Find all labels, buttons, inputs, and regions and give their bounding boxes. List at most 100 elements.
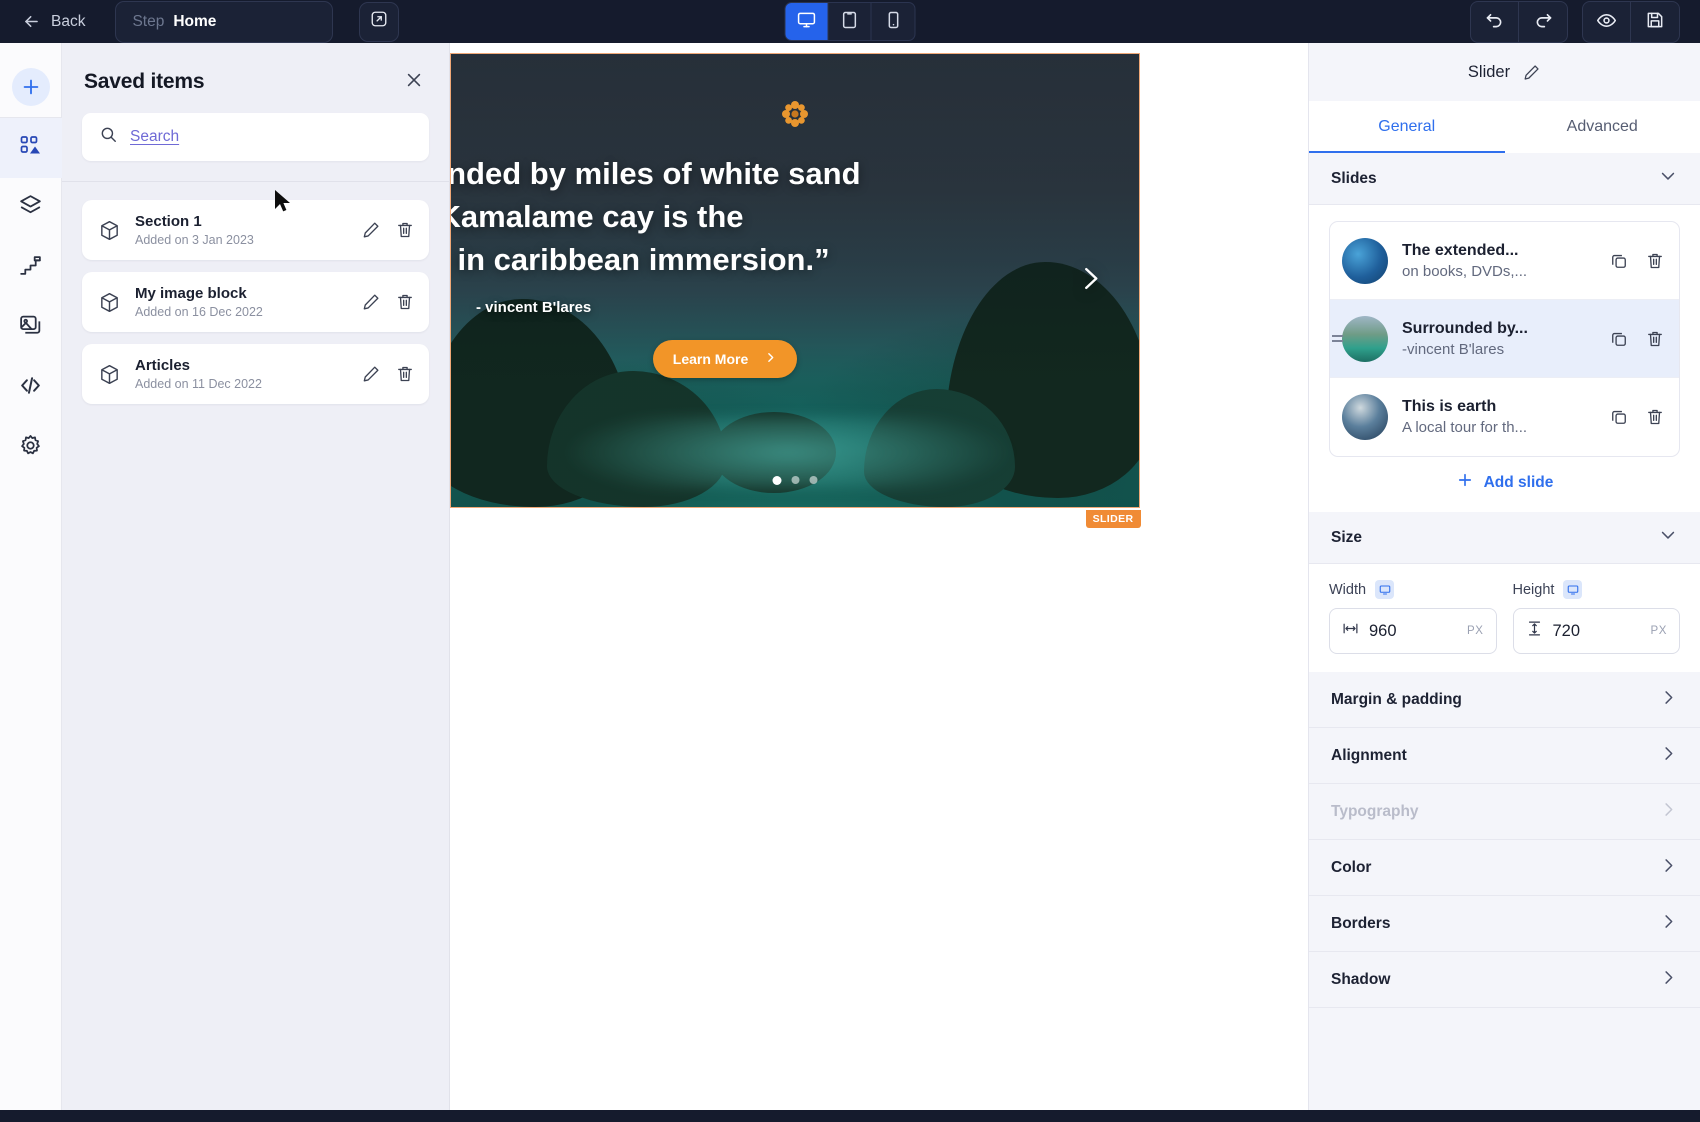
edit-item-button[interactable]: [361, 292, 381, 312]
height-unit: PX: [1650, 625, 1667, 637]
slide-pagination-dots: [772, 476, 818, 485]
redo-button[interactable]: [1519, 2, 1567, 42]
delete-slide-button[interactable]: [1645, 407, 1665, 427]
duplicate-slide-button[interactable]: [1609, 407, 1629, 427]
list-item-texts: Section 1 Added on 3 Jan 2023: [135, 213, 347, 248]
delete-slide-button[interactable]: [1645, 329, 1665, 349]
slide-row[interactable]: This is earth A local tour for th...: [1330, 378, 1679, 456]
workspace: Saved items Search Section 1 Added on 3 …: [0, 43, 1700, 1110]
preview-button[interactable]: [1583, 1, 1631, 42]
pagination-dot-2[interactable]: [791, 476, 800, 484]
list-item-meta: Added on 16 Dec 2022: [135, 305, 263, 320]
save-button[interactable]: [1631, 2, 1679, 42]
duplicate-slide-button[interactable]: [1609, 251, 1629, 271]
edit-item-button[interactable]: [361, 220, 381, 240]
accordion-shadow[interactable]: Shadow: [1309, 952, 1700, 1008]
list-item[interactable]: My image block Added on 16 Dec 2022: [82, 272, 429, 332]
redo-icon: [1533, 10, 1554, 34]
pagination-dot-3[interactable]: [809, 476, 818, 484]
step-selector[interactable]: Step Home: [115, 0, 334, 43]
accordion-label: Alignment: [1331, 746, 1407, 764]
accordion-label: Color: [1331, 858, 1372, 876]
accordion-color[interactable]: Color: [1309, 840, 1700, 896]
device-button-tablet[interactable]: [829, 3, 872, 40]
device-toggle-group: [784, 0, 916, 43]
rail-item-add[interactable]: [0, 57, 62, 117]
undo-icon: [1484, 10, 1505, 34]
delete-item-button[interactable]: [395, 220, 415, 240]
inspector-header: Slider: [1309, 43, 1700, 101]
undo-button[interactable]: [1471, 1, 1519, 42]
top-toolbar: Back Step Home: [0, 0, 1700, 43]
width-input[interactable]: 960 PX: [1329, 608, 1497, 654]
rail-item-steps[interactable]: [0, 238, 62, 298]
slide-row[interactable]: The extended... on books, DVDs,...: [1330, 222, 1679, 300]
rail-item-media[interactable]: [0, 298, 62, 358]
delete-item-button[interactable]: [395, 292, 415, 312]
pagination-dot-1[interactable]: [772, 476, 782, 485]
width-unit: PX: [1466, 625, 1484, 637]
slide-row-actions: [1609, 407, 1665, 427]
inspector-title: Slider: [1467, 62, 1511, 81]
blocks-icon: [19, 134, 43, 163]
open-external-button[interactable]: [359, 1, 400, 42]
list-item-meta: Added on 3 Jan 2023: [135, 233, 254, 248]
tab-advanced[interactable]: Advanced: [1505, 101, 1700, 153]
accordion-margin-padding[interactable]: Margin & padding: [1309, 672, 1700, 728]
saved-items-list: Section 1 Added on 3 Jan 2023 My image b…: [62, 182, 449, 404]
drag-handle-icon[interactable]: [1332, 335, 1343, 342]
close-panel-button[interactable]: [401, 69, 427, 95]
slide-row[interactable]: Surrounded by... -vincent B'lares: [1330, 300, 1679, 378]
learn-more-button[interactable]: Learn More: [652, 340, 798, 379]
device-button-mobile[interactable]: [872, 3, 915, 40]
delete-slide-button[interactable]: [1645, 251, 1665, 271]
slider-element-selected[interactable]: “Surrounded by miles of white sand beach…: [450, 53, 1141, 528]
next-slide-button[interactable]: [1075, 263, 1105, 298]
desktop-icon: [797, 10, 817, 33]
cube-icon: [98, 219, 121, 242]
view-save-button-group: [1582, 0, 1680, 43]
slide-row-subtitle: -vincent B'lares: [1402, 340, 1505, 358]
list-item[interactable]: Articles Added on 11 Dec 2022: [82, 344, 429, 404]
search-area: Search: [62, 113, 449, 181]
canvas-area[interactable]: “Surrounded by miles of white sand beach…: [450, 43, 1308, 1110]
arrow-left-icon: [22, 12, 41, 31]
rail-item-settings[interactable]: [0, 418, 62, 478]
list-item-texts: My image block Added on 16 Dec 2022: [135, 285, 347, 320]
height-label: Height: [1512, 581, 1555, 598]
slide-row-actions: [1609, 329, 1665, 349]
cube-icon: [98, 291, 121, 314]
duplicate-slide-button[interactable]: [1609, 329, 1629, 349]
slide-row-title: The extended...: [1402, 241, 1519, 259]
back-button[interactable]: Back: [22, 12, 85, 31]
add-slide-button[interactable]: Add slide: [1329, 471, 1680, 494]
inspector-content: Slides The extended... on books, DVDs,..…: [1309, 153, 1700, 1110]
accordion-alignment[interactable]: Alignment: [1309, 728, 1700, 784]
plus-icon: [11, 68, 50, 106]
slide-row-title: This is earth: [1402, 398, 1497, 415]
rail-item-code[interactable]: [0, 358, 62, 418]
desktop-icon: [1375, 580, 1395, 599]
tab-general[interactable]: General: [1309, 101, 1505, 153]
edit-item-button[interactable]: [361, 364, 381, 384]
device-button-desktop[interactable]: [785, 3, 829, 40]
list-item-actions: [361, 292, 415, 312]
search-input[interactable]: Search: [82, 113, 429, 161]
rail-item-layers[interactable]: [0, 178, 62, 238]
section-title: Slides: [1331, 169, 1377, 187]
rail-item-saved-items[interactable]: [0, 118, 62, 178]
slide-row-title: Surrounded by...: [1402, 319, 1528, 337]
height-input[interactable]: 720 PX: [1512, 608, 1680, 654]
stairs-icon: [18, 253, 43, 283]
accordion-borders[interactable]: Borders: [1309, 896, 1700, 952]
saved-items-panel: Saved items Search Section 1 Added on 3 …: [62, 43, 450, 1110]
chevron-right-icon: [1659, 856, 1678, 880]
delete-item-button[interactable]: [395, 364, 415, 384]
rename-element-button[interactable]: [1522, 63, 1541, 82]
section-header-slides[interactable]: Slides: [1309, 153, 1700, 205]
height-label-row: Height: [1513, 580, 1681, 599]
slide-row-texts: Surrounded by... -vincent B'lares: [1402, 320, 1595, 358]
list-item[interactable]: Section 1 Added on 3 Jan 2023: [82, 200, 429, 260]
section-header-size[interactable]: Size: [1309, 512, 1700, 564]
list-item-title: Articles: [135, 356, 191, 374]
